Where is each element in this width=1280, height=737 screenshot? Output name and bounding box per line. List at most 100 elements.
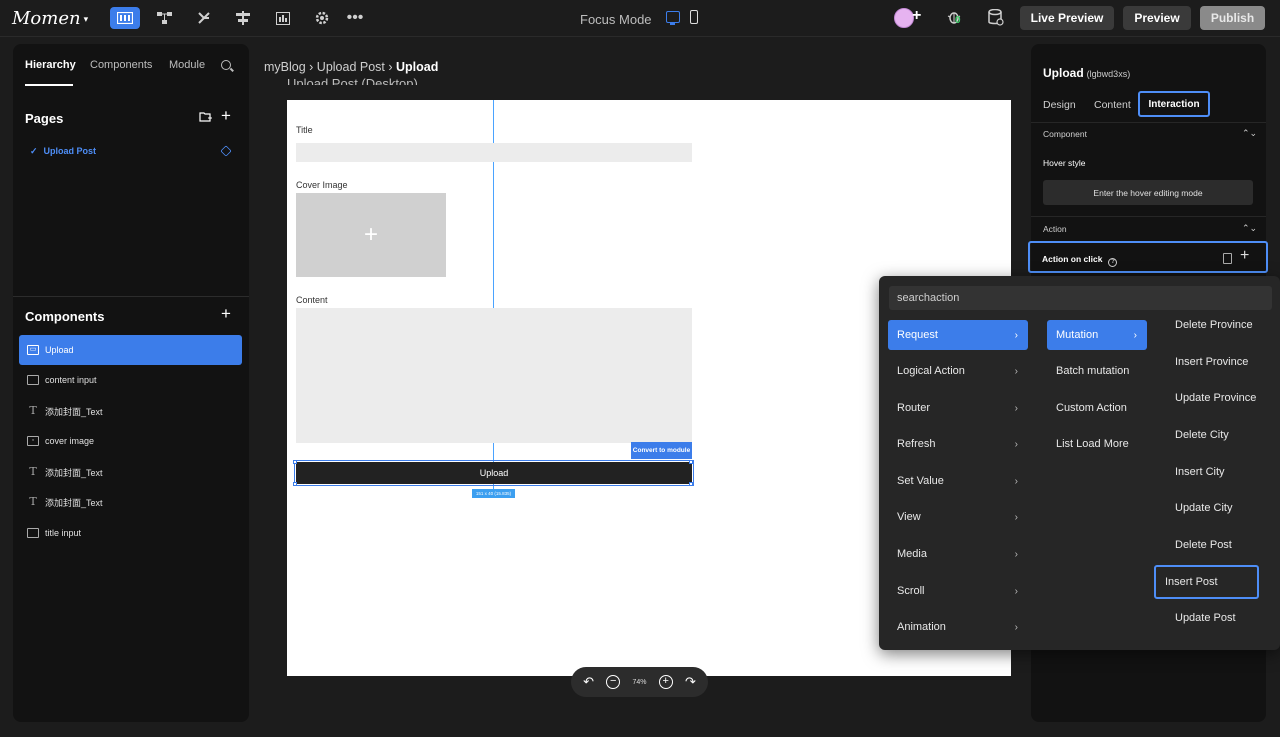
menu-item-set-value[interactable]: Set Value › (888, 466, 1028, 496)
cover-image-label: Cover Image (296, 180, 348, 190)
title-input[interactable] (296, 143, 692, 162)
add-action-icon[interactable]: + (1240, 247, 1249, 265)
avatar[interactable] (894, 8, 914, 28)
menu-item-label: Refresh (897, 438, 936, 450)
hover-editing-button[interactable]: Enter the hover editing mode (1043, 180, 1253, 205)
menu-item-label: Set Value (897, 475, 944, 487)
menu-item-update-province[interactable]: Update Province (1166, 383, 1271, 413)
pages-view-icon[interactable] (110, 7, 140, 29)
action-on-click-row[interactable]: Action on click? + (1028, 241, 1268, 273)
tab-interaction[interactable]: Interaction (1138, 91, 1210, 117)
menu-item-label: Insert City (1175, 466, 1225, 478)
zoom-bar: ↶ − 74% + ↷ (571, 667, 708, 697)
mobile-view-icon[interactable] (690, 10, 698, 24)
component-title: Upload (lgbwd3xs) (1043, 66, 1130, 80)
convert-to-module-button[interactable]: Convert to module (631, 442, 692, 459)
chevron-right-icon: › (1133, 329, 1137, 341)
component-label: 添加封面_Text (45, 497, 103, 508)
component-item-content-input[interactable]: content input (19, 365, 242, 395)
resize-handle[interactable] (293, 460, 297, 464)
settings-icon[interactable] (307, 7, 337, 29)
breadcrumb-item[interactable]: Upload Post (317, 60, 385, 74)
chevron-right-icon: › (1014, 438, 1018, 450)
more-icon[interactable]: ••• (340, 7, 370, 29)
page-item-upload-post[interactable]: ✓ Upload Post (30, 146, 96, 157)
component-name: Upload (1043, 66, 1084, 80)
tab-components[interactable]: Components (90, 59, 152, 71)
menu-item-mutation[interactable]: Mutation › (1047, 320, 1147, 350)
menu-item-label: Update City (1175, 502, 1233, 514)
resize-handle[interactable] (689, 482, 693, 486)
menu-item-label: Mutation (1056, 329, 1099, 341)
component-item-cover-image[interactable]: ▫ cover image (19, 426, 242, 456)
component-item-upload[interactable]: ▭ Upload (19, 335, 242, 365)
tab-module[interactable]: Module (169, 59, 205, 71)
menu-item-router[interactable]: Router › (888, 393, 1028, 423)
component-item-text[interactable]: T 添加封面_Text (19, 487, 242, 517)
menu-item-custom-action[interactable]: Custom Action (1047, 393, 1147, 423)
menu-item-list-load-more[interactable]: List Load More (1047, 429, 1147, 459)
content-input[interactable] (296, 308, 692, 443)
menu-item-scroll[interactable]: Scroll › (888, 576, 1028, 606)
chevron-right-icon: › (1014, 365, 1018, 377)
collapse-icon[interactable]: ⌃⌄ (1242, 128, 1257, 139)
database-icon[interactable] (988, 9, 1004, 27)
collapse-icon[interactable]: ⌃⌄ (1242, 223, 1257, 234)
upload-button[interactable]: Upload (294, 460, 694, 486)
preview-button[interactable]: Preview (1123, 6, 1191, 30)
undo-icon[interactable]: ↶ (583, 674, 594, 690)
resize-handle[interactable] (293, 482, 297, 486)
menu-item-delete-province[interactable]: Delete Province (1166, 310, 1271, 340)
cover-image[interactable]: + (296, 193, 446, 277)
desktop-view-icon[interactable] (666, 11, 680, 25)
logo-text: Momen (12, 8, 81, 29)
menu-item-insert-city[interactable]: Insert City (1166, 457, 1271, 487)
redo-icon[interactable]: ↷ (685, 674, 696, 690)
publish-button[interactable]: Publish (1200, 6, 1265, 30)
live-preview-button[interactable]: Live Preview (1020, 6, 1114, 30)
bug-count-badge: 0 (955, 15, 961, 26)
menu-item-insert-province[interactable]: Insert Province (1166, 347, 1271, 377)
menu-item-update-post[interactable]: Update Post (1166, 603, 1271, 633)
menu-item-logical-action[interactable]: Logical Action › (888, 356, 1028, 386)
clipboard-icon[interactable] (1223, 253, 1232, 264)
component-item-text[interactable]: T 添加封面_Text (19, 396, 242, 426)
help-icon[interactable]: ? (1108, 258, 1118, 267)
focus-mode-label[interactable]: Focus Mode (580, 12, 652, 27)
momen-logo[interactable]: Momen ▾ (12, 8, 88, 29)
menu-item-request[interactable]: Request › (888, 320, 1028, 350)
menu-item-delete-post[interactable]: Delete Post (1166, 530, 1271, 560)
add-collaborator-icon[interactable]: + (912, 7, 921, 25)
add-component-icon[interactable]: + (221, 304, 231, 324)
add-page-icon[interactable]: + (221, 106, 231, 126)
text-icon: T (29, 495, 37, 508)
zoom-out-icon[interactable]: − (606, 675, 621, 689)
search-icon[interactable] (221, 60, 231, 70)
menu-item-insert-post[interactable]: Insert Post (1154, 565, 1259, 599)
component-item-title-input[interactable]: title input (19, 518, 242, 548)
component-item-text[interactable]: T 添加封面_Text (19, 457, 242, 487)
menu-item-animation[interactable]: Animation › (888, 612, 1028, 642)
input-icon (27, 528, 39, 538)
menu-item-view[interactable]: View › (888, 502, 1028, 532)
api-icon[interactable] (228, 7, 258, 29)
menu-item-media[interactable]: Media › (888, 539, 1028, 569)
menu-item-batch-mutation[interactable]: Batch mutation (1047, 356, 1147, 386)
tab-content[interactable]: Content (1094, 99, 1131, 111)
menu-item-label: Delete Post (1175, 539, 1232, 551)
menu-item-refresh[interactable]: Refresh › (888, 429, 1028, 459)
data-model-icon[interactable] (150, 7, 180, 29)
breadcrumb-item[interactable]: myBlog (264, 60, 306, 74)
add-folder-icon[interactable] (199, 111, 212, 123)
menu-item-delete-city[interactable]: Delete City (1166, 420, 1271, 450)
resize-handle[interactable] (689, 460, 693, 464)
menu-item-label: Router (897, 402, 931, 414)
zoom-in-icon[interactable]: + (658, 675, 673, 689)
actionflow-icon[interactable] (189, 7, 219, 29)
analytics-icon[interactable] (268, 7, 298, 29)
tab-design[interactable]: Design (1043, 99, 1076, 111)
action-search-input[interactable] (889, 286, 1272, 310)
menu-item-update-city[interactable]: Update City (1166, 493, 1271, 523)
tab-hierarchy[interactable]: Hierarchy (25, 59, 76, 71)
home-icon (220, 145, 232, 157)
